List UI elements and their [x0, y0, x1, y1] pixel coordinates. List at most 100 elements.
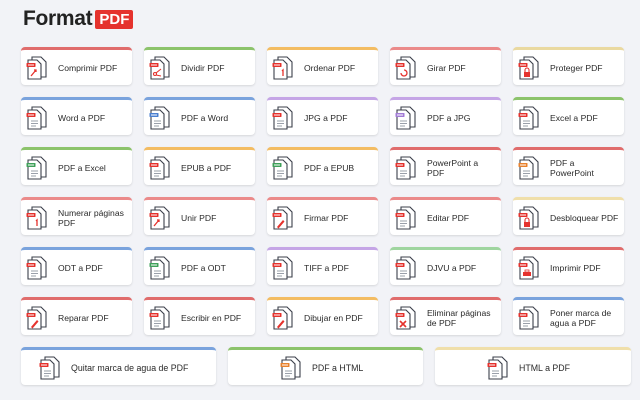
tool-label: Comprimir PDF	[58, 62, 118, 73]
tool-card-page-numbers[interactable]: Numerar páginas PDF	[21, 197, 132, 235]
tool-card-pdf-to-word[interactable]: PDF a Word	[144, 97, 255, 135]
remove-watermark-icon	[39, 355, 60, 380]
tiff-to-pdf-icon	[272, 255, 293, 280]
tool-card-draw-pdf[interactable]: Dibujar en PDF	[267, 297, 378, 335]
tool-label: PowerPoint a PDF	[427, 157, 479, 178]
tool-card-sign-pdf[interactable]: Firmar PDF	[267, 197, 378, 235]
tool-card-protect-pdf[interactable]: Proteger PDF	[513, 47, 624, 85]
pdf-to-epub-icon	[272, 155, 293, 180]
tool-label: Numerar páginas PDF	[58, 207, 124, 228]
tool-label: Proteger PDF	[550, 62, 603, 73]
tool-label: DJVU a PDF	[427, 262, 477, 273]
tool-label: PDF a HTML	[312, 362, 364, 373]
tool-label: Ordenar PDF	[304, 62, 356, 73]
tool-label: Eliminar páginas de PDF	[427, 307, 491, 328]
tool-card-tiff-to-pdf[interactable]: TIFF a PDF	[267, 247, 378, 285]
tool-card-djvu-to-pdf[interactable]: DJVU a PDF	[390, 247, 501, 285]
djvu-to-pdf-icon	[395, 255, 416, 280]
pdf-to-powerpoint-icon	[518, 155, 539, 180]
tool-label: JPG a PDF	[304, 112, 348, 123]
tool-card-odt-to-pdf[interactable]: ODT a PDF	[21, 247, 132, 285]
edit-pdf-icon	[395, 205, 416, 230]
tool-card-rotate-pdf[interactable]: Girar PDF	[390, 47, 501, 85]
tool-card-word-to-pdf[interactable]: Word a PDF	[21, 97, 132, 135]
tool-card-watermark-pdf[interactable]: Poner marca de agua a PDF	[513, 297, 624, 335]
tool-card-pdf-to-html[interactable]: PDF a HTML	[228, 347, 423, 385]
tool-card-unlock-pdf[interactable]: Desbloquear PDF	[513, 197, 624, 235]
pdf-to-odt-icon	[149, 255, 170, 280]
brand-logo[interactable]: Format PDF	[23, 6, 134, 32]
tool-card-pdf-to-jpg[interactable]: PDF a JPG	[390, 97, 501, 135]
tool-card-pdf-to-excel[interactable]: PDF a Excel	[21, 147, 132, 185]
tool-label: PDF a Excel	[58, 162, 106, 173]
tool-label: HTML a PDF	[519, 362, 570, 373]
tool-label: Firmar PDF	[304, 212, 349, 223]
powerpoint-to-pdf-icon	[395, 155, 416, 180]
tool-card-pdf-to-epub[interactable]: PDF a EPUB	[267, 147, 378, 185]
repair-pdf-icon	[26, 305, 47, 330]
tool-label: Word a PDF	[58, 112, 106, 123]
tool-card-pdf-to-powerpoint[interactable]: PDF a PowerPoint	[513, 147, 624, 185]
rotate-pdf-icon	[395, 55, 416, 80]
tool-card-epub-to-pdf[interactable]: EPUB a PDF	[144, 147, 255, 185]
split-pdf-icon	[149, 55, 170, 80]
tool-label: Excel a PDF	[550, 112, 598, 123]
delete-pages-icon	[395, 305, 416, 330]
tool-label: PDF a EPUB	[304, 162, 355, 173]
tool-card-print-pdf[interactable]: Imprimir PDF	[513, 247, 624, 285]
compress-pdf-icon	[26, 55, 47, 80]
protect-pdf-icon	[518, 55, 539, 80]
tool-card-organize-pdf[interactable]: Ordenar PDF	[267, 47, 378, 85]
tool-label: Escribir en PDF	[181, 312, 242, 323]
write-pdf-icon	[149, 305, 170, 330]
tool-card-excel-to-pdf[interactable]: Excel a PDF	[513, 97, 624, 135]
tool-card-pdf-to-odt[interactable]: PDF a ODT	[144, 247, 255, 285]
page-numbers-icon	[26, 205, 47, 230]
tool-label: TIFF a PDF	[304, 262, 349, 273]
tool-label: Girar PDF	[427, 62, 466, 73]
pdf-to-jpg-icon	[395, 105, 416, 130]
tool-label: PDF a PowerPoint	[550, 157, 594, 178]
bottom-tool-row: Quitar marca de agua de PDF PDF a HTML HTM…	[21, 347, 631, 385]
tool-label: Desbloquear PDF	[550, 212, 619, 223]
tool-card-merge-pdf[interactable]: Unir PDF	[144, 197, 255, 235]
tool-card-jpg-to-pdf[interactable]: JPG a PDF	[267, 97, 378, 135]
epub-to-pdf-icon	[149, 155, 170, 180]
tool-card-repair-pdf[interactable]: Reparar PDF	[21, 297, 132, 335]
pdf-to-excel-icon	[26, 155, 47, 180]
tool-label: Unir PDF	[181, 212, 217, 223]
excel-to-pdf-icon	[518, 105, 539, 130]
tool-card-delete-pages[interactable]: Eliminar páginas de PDF	[390, 297, 501, 335]
tool-label: Imprimir PDF	[550, 262, 601, 273]
tool-card-compress-pdf[interactable]: Comprimir PDF	[21, 47, 132, 85]
unlock-pdf-icon	[518, 205, 539, 230]
tool-label: Quitar marca de agua de PDF	[71, 362, 189, 373]
tool-card-html-to-pdf[interactable]: HTML a PDF	[435, 347, 631, 385]
tool-card-remove-watermark[interactable]: Quitar marca de agua de PDF	[21, 347, 216, 385]
tool-label: Dividir PDF	[181, 62, 225, 73]
tool-card-edit-pdf[interactable]: Editar PDF	[390, 197, 501, 235]
tool-label: Editar PDF	[427, 212, 470, 223]
tool-label: Poner marca de agua a PDF	[550, 307, 612, 328]
tool-label: EPUB a PDF	[181, 162, 232, 173]
tool-label: Dibujar en PDF	[304, 312, 363, 323]
print-pdf-icon	[518, 255, 539, 280]
tool-label: PDF a ODT	[181, 262, 226, 273]
tool-card-write-pdf[interactable]: Escribir en PDF	[144, 297, 255, 335]
jpg-to-pdf-icon	[272, 105, 293, 130]
organize-pdf-icon	[272, 55, 293, 80]
html-to-pdf-icon	[487, 355, 508, 380]
word-to-pdf-icon	[26, 105, 47, 130]
tool-card-powerpoint-to-pdf[interactable]: PowerPoint a PDF	[390, 147, 501, 185]
draw-pdf-icon	[272, 305, 293, 330]
odt-to-pdf-icon	[26, 255, 47, 280]
brand-badge: PDF	[95, 9, 134, 29]
tool-label: ODT a PDF	[58, 262, 103, 273]
tool-label: Reparar PDF	[58, 312, 109, 323]
tool-label: PDF a JPG	[427, 112, 471, 123]
brand-wordmark: Format	[23, 7, 93, 30]
tool-card-split-pdf[interactable]: Dividir PDF	[144, 47, 255, 85]
pdf-to-word-icon	[149, 105, 170, 130]
pdf-to-html-icon	[280, 355, 301, 380]
watermark-pdf-icon	[518, 305, 539, 330]
